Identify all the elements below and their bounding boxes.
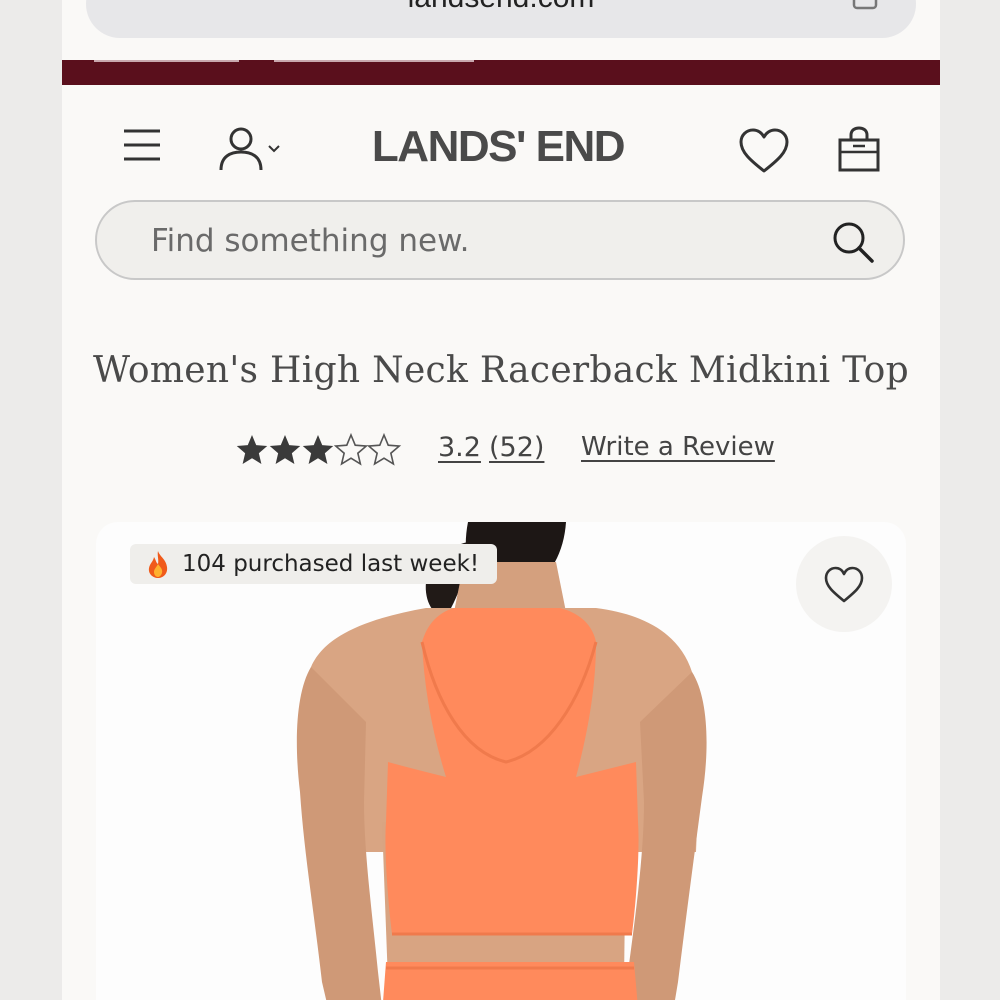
- promo-text-fragment: [94, 60, 239, 62]
- star-icon: [236, 435, 268, 464]
- star-icon: [302, 435, 334, 464]
- background-right: [940, 0, 1000, 1000]
- write-review-link[interactable]: Write a Review: [581, 432, 775, 462]
- review-count[interactable]: (52): [489, 432, 544, 463]
- wishlist-heart-icon[interactable]: [738, 128, 790, 174]
- product-title: Women's High Neck Racerback Midkini Top: [92, 350, 909, 391]
- search-input[interactable]: [149, 220, 793, 262]
- purchase-count-badge: 104 purchased last week!: [130, 544, 498, 584]
- site-logo[interactable]: LANDS' END: [312, 122, 684, 172]
- rating-value[interactable]: 3.2: [438, 432, 481, 463]
- star-icon: [333, 432, 369, 466]
- background-left: [0, 0, 62, 1000]
- account-button[interactable]: [217, 126, 289, 172]
- promo-text-fragment: [274, 60, 474, 62]
- fire-icon: [148, 551, 168, 578]
- heart-icon: [824, 566, 864, 603]
- badge-text: 104 purchased last week!: [182, 551, 480, 577]
- promo-banner[interactable]: [62, 60, 940, 85]
- account-icon: [219, 127, 280, 171]
- menu-icon[interactable]: [122, 128, 162, 162]
- product-photo: [296, 522, 707, 1000]
- browser-url[interactable]: landsend.com: [86, 0, 916, 12]
- product-image-card[interactable]: 104 purchased last week!: [96, 522, 906, 1000]
- share-icon[interactable]: [848, 0, 882, 10]
- star-icon: [269, 435, 301, 464]
- browser-address-bar[interactable]: landsend.com: [86, 0, 916, 38]
- mobile-page: landsend.com LANDS' END: [62, 0, 940, 1000]
- chevron-down-icon: [268, 145, 280, 153]
- star-rating[interactable]: [235, 432, 405, 468]
- favorite-button[interactable]: [796, 536, 892, 632]
- search-bar[interactable]: [95, 200, 905, 280]
- search-icon[interactable]: [831, 220, 875, 264]
- shopping-bag-icon[interactable]: [836, 126, 882, 174]
- star-icon: [366, 432, 402, 466]
